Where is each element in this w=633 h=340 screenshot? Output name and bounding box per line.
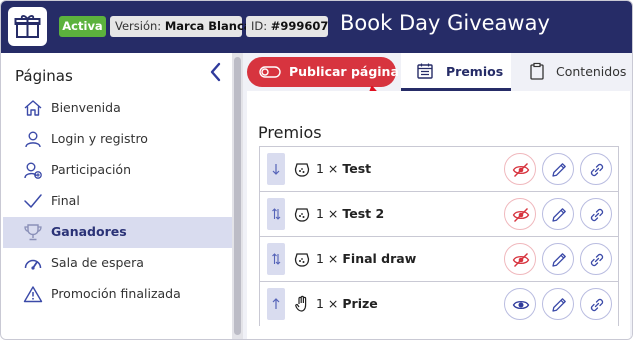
sidebar-item-participacion[interactable]: Participación [3,155,232,186]
eye-slash-icon[interactable] [504,153,536,185]
sidebar-item-label: Bienvenida [51,100,121,115]
list-item[interactable]: 1 × Prize [260,282,618,327]
sidebar-title: Páginas [15,67,73,85]
prize-bag-icon [294,253,310,267]
eye-icon[interactable] [504,288,536,320]
tab-contenidos[interactable]: Contenidos [513,53,632,91]
pencil-icon[interactable] [542,198,574,230]
pencil-icon[interactable] [542,153,574,185]
prize-bag-icon [294,163,310,177]
sidebar-item-ganadores[interactable]: Ganadores [3,217,232,248]
section-title: Premios [258,123,322,142]
tab-label: Premios [446,64,504,79]
list-item[interactable]: 1 × Test 2 [260,192,618,237]
scrollbar-thumb[interactable] [234,57,241,335]
chevron-left-icon[interactable] [206,61,226,83]
sidebar-item-sala-de-espera[interactable]: Sala de espera [3,248,232,279]
prize-name: Prize [342,296,378,311]
publish-label: Publicar página [289,64,399,79]
sidebar-item-login[interactable]: Login y registro [3,124,232,155]
page-title: Book Day Giveaway [340,11,550,35]
user-icon [25,131,41,148]
hand-icon [295,295,307,312]
list-item[interactable]: 1 × Final draw [260,237,618,282]
prize-name: Test 2 [342,206,385,221]
calendar-icon [417,63,433,79]
toggle-icon [259,66,281,78]
sidebar-item-label: Login y registro [51,131,148,146]
version-badge: Versión: Marca Blanca [110,16,252,37]
sidebar: Páginas Bienvenida Login y registro Part… [3,53,232,339]
sidebar-item-label: Participación [51,162,132,177]
link-icon[interactable] [580,243,612,275]
sort-handle[interactable] [267,198,285,230]
warning-icon [23,286,43,303]
prizes-list: 1 × Test 1 × Test 2 1 × Final draw 1 × P… [259,146,619,327]
arrow-down-icon [272,164,280,175]
prize-qty: 1 × [316,206,339,221]
pencil-icon[interactable] [542,243,574,275]
sort-handle[interactable] [267,288,285,320]
prize-bag-icon [294,208,310,222]
version-value: Marca Blanca [164,19,252,33]
id-badge: ID: #999607 [246,16,328,37]
id-value: #999607 [270,19,329,33]
sort-handle[interactable] [267,243,285,275]
status-badge: Activa [59,16,106,37]
sidebar-item-final[interactable]: Final [3,186,232,217]
app-window: Activa Versión: Marca Blanca ID: #999607… [0,0,633,340]
list-item[interactable]: 1 × Test [260,147,618,192]
sidebar-item-label: Sala de espera [51,255,144,270]
prize-qty: 1 × [316,161,339,176]
prize-name: Final draw [342,251,417,266]
eye-slash-icon[interactable] [504,243,536,275]
prize-qty: 1 × [316,251,339,266]
trophy-icon [24,224,42,241]
prize-label: 1 × Test 2 [316,206,384,221]
top-header: Activa Versión: Marca Blanca ID: #999607… [1,1,632,53]
tab-premios[interactable]: Premios [401,53,511,91]
link-icon[interactable] [580,198,612,230]
prize-qty: 1 × [316,296,339,311]
arrow-up-icon [272,298,280,309]
prize-label: 1 × Test [316,161,371,176]
check-icon [24,194,42,208]
prize-label: 1 × Prize [316,296,378,311]
home-icon [24,100,42,116]
sidebar-item-label: Final [51,193,80,208]
prize-label: 1 × Final draw [316,251,416,266]
version-label: Versión: [115,19,162,33]
sidebar-item-label: Promoción finalizada [51,286,181,301]
clipboard-icon [530,62,544,80]
sidebar-item-promocion-finalizada[interactable]: Promoción finalizada [3,279,232,310]
id-label: ID: [251,19,268,33]
arrow-up-down-icon [272,208,281,220]
tab-label: Contenidos [556,64,627,79]
sidebar-item-label: Ganadores [51,224,127,239]
eye-slash-icon[interactable] [504,198,536,230]
user-plus-icon [24,162,42,179]
sidebar-item-bienvenida[interactable]: Bienvenida [3,93,232,124]
prize-name: Test [342,161,372,176]
pencil-icon[interactable] [542,288,574,320]
arrow-up-down-icon [272,253,281,265]
gift-icon[interactable] [8,7,47,46]
sort-handle[interactable] [267,153,285,185]
link-icon[interactable] [580,288,612,320]
link-icon[interactable] [580,153,612,185]
gauge-icon [24,259,42,270]
publish-page-button[interactable]: Publicar página [247,57,399,87]
